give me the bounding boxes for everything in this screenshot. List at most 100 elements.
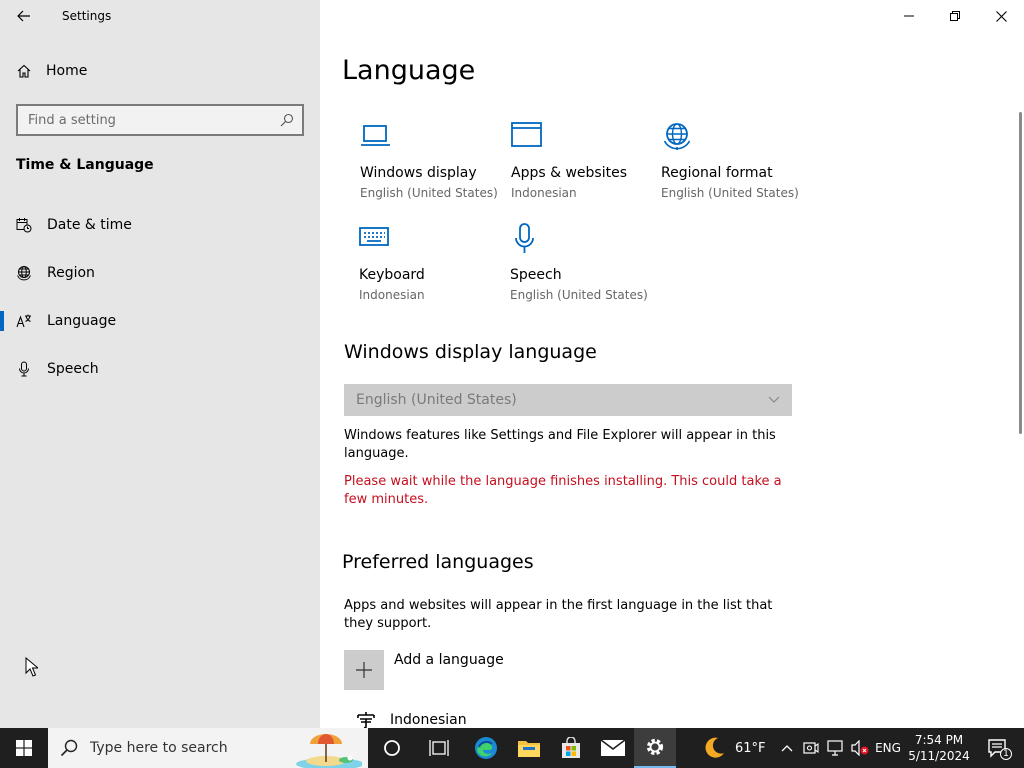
file-explorer-button[interactable] [507,728,551,768]
minimize-icon [904,15,914,17]
globe-icon [17,266,31,281]
mail-icon [600,739,626,756]
clock-date: 5/11/2024 [908,749,970,763]
home-label: Home [46,63,88,79]
task-view-icon [429,740,449,756]
meet-now-button[interactable] [801,728,821,768]
plus-icon [356,662,372,678]
settings-search-box[interactable] [16,104,304,136]
keyboard-icon [359,227,389,246]
language-glyph-icon [357,712,375,728]
section-title: Time & Language [16,157,154,173]
tile-sub: Indonesian [359,288,425,302]
network-button[interactable] [825,728,847,768]
taskbar-search-box[interactable]: Type here to search [48,728,368,768]
edge-button[interactable] [464,728,508,768]
tile-regional-format[interactable]: Regional format English (United States) [661,121,811,200]
camera-icon [803,742,819,754]
input-language-button[interactable]: ENG [873,728,903,768]
sidebar-item-date-time[interactable]: Date & time [0,205,320,245]
tile-label: Regional format [661,165,773,181]
edge-browser-icon [475,737,497,759]
add-language-plus [344,650,384,690]
preferred-languages-heading: Preferred languages [342,551,534,573]
tile-sub: English (United States) [510,288,648,302]
tile-speech[interactable]: Speech English (United States) [510,223,660,302]
search-icon [60,739,78,757]
mouse-cursor-icon [25,657,38,677]
gear-icon [646,738,664,756]
tile-apps-websites[interactable]: Apps & websites Indonesian [511,121,661,200]
install-warning: Please wait while the language finishes … [344,474,782,507]
beach-umbrella-icon [296,734,362,768]
action-center-button[interactable]: 1 [978,728,1018,768]
taskbar-search-placeholder: Type here to search [90,740,228,756]
sidebar-item-label: Speech [47,361,99,377]
tile-sub: Indonesian [511,186,577,200]
cortana-button[interactable] [370,728,414,768]
add-language-button[interactable]: Add a language [344,650,504,690]
start-button[interactable] [0,728,48,768]
tile-sub: English (United States) [661,186,799,200]
globe-settings-icon [663,123,691,150]
sidebar-home[interactable]: Home [16,63,87,79]
show-hidden-icons-button[interactable] [777,728,797,768]
display-language-description: Windows features like Settings and File … [344,428,776,461]
folder-icon [518,741,540,757]
notification-count: 1 [1000,748,1012,760]
home-icon [17,64,31,78]
restore-icon [950,11,960,21]
close-icon [995,10,1007,22]
microphone-icon [19,361,29,377]
calendar-clock-icon [16,218,32,233]
app-title: Settings [62,9,112,23]
store-bag-icon [562,737,580,758]
clock-time: 7:54 PM [914,733,964,747]
sidebar-item-label: Region [47,265,95,281]
volume-button[interactable] [849,728,871,768]
settings-taskbar-button[interactable] [634,728,676,768]
settings-search-input[interactable] [28,112,280,128]
sidebar-item-region[interactable]: Region [0,253,320,293]
close-button[interactable] [978,0,1024,32]
weather-widget[interactable]: 61°F [702,728,766,768]
browser-window-icon [511,122,542,147]
volume-muted-icon [851,740,869,756]
moon-icon [705,737,724,758]
task-view-button[interactable] [417,728,461,768]
cortana-circle-icon [384,740,400,756]
sidebar-item-language[interactable]: Language [0,301,320,341]
search-icon[interactable] [280,113,294,127]
preferred-language-item[interactable]: Indonesian [356,711,467,728]
tile-keyboard[interactable]: Keyboard Indonesian [359,223,509,302]
back-arrow-icon [17,10,30,22]
store-button[interactable] [549,728,593,768]
vertical-scrollbar[interactable] [1019,112,1022,434]
tile-label: Apps & websites [511,165,627,181]
display-language-dropdown[interactable]: English (United States) [344,384,792,416]
mail-button[interactable] [591,728,635,768]
chevron-up-icon [781,745,793,752]
restore-button[interactable] [932,0,978,32]
preferred-language-label: Indonesian [390,711,467,728]
tile-label: Keyboard [359,267,425,283]
tile-sub: English (United States) [360,186,498,200]
tile-label: Windows display [360,165,477,181]
input-language: ENG [875,741,901,755]
microphone-icon [515,223,534,253]
preferred-languages-description: Apps and websites will appear in the fir… [344,598,773,631]
laptop-icon [361,125,390,146]
page-title: Language [342,55,476,86]
windows-logo-icon [16,740,32,756]
back-button[interactable] [14,6,34,26]
weather-temperature: 61°F [735,740,766,756]
clock[interactable]: 7:54 PM 5/11/2024 [906,728,972,768]
tile-label: Speech [510,267,562,283]
tile-windows-display[interactable]: Windows display English (United States) [360,121,510,200]
sidebar: Settings Home Time & Language Date & tim… [0,0,320,728]
network-icon [827,740,843,756]
sidebar-item-speech[interactable]: Speech [0,349,320,389]
language-icon [16,314,31,328]
minimize-button[interactable] [886,0,932,32]
sidebar-item-label: Date & time [47,217,132,233]
